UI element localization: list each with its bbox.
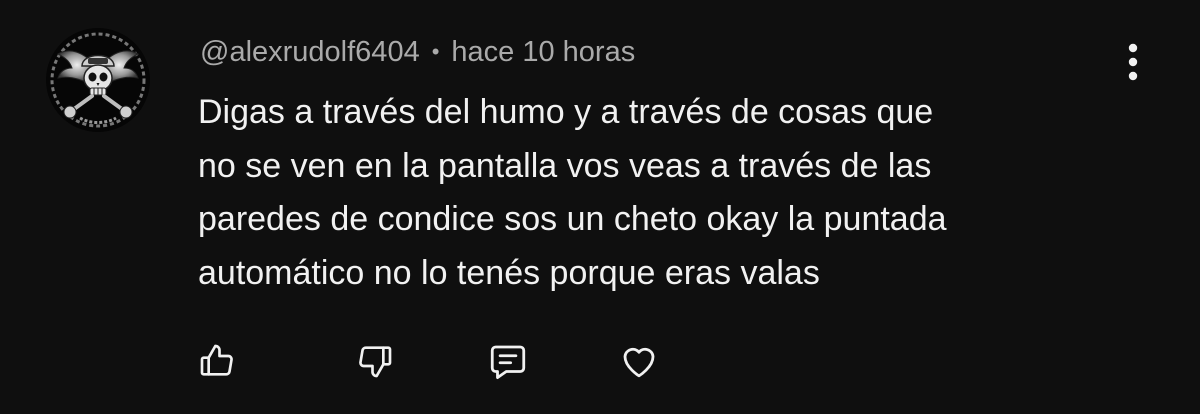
more-vertical-icon [1128, 43, 1138, 81]
comment-meta: @alexrudolf6404 • hace 10 horas [200, 32, 635, 72]
thumb-up-icon [200, 344, 233, 376]
avatar[interactable] [46, 28, 150, 132]
skull-wings-emblem-icon [46, 28, 150, 132]
heart-icon [623, 347, 655, 378]
comment-actions [0, 336, 1200, 386]
timestamp[interactable]: hace 10 horas [451, 36, 635, 69]
dislike-button[interactable] [350, 336, 400, 386]
reply-button[interactable] [483, 336, 533, 386]
like-button[interactable] [192, 336, 242, 386]
comment-thread: @alexrudolf6404 • hace 10 horas Digas a … [0, 0, 1200, 414]
heart-button[interactable] [614, 336, 664, 386]
thumb-down-icon [359, 346, 392, 378]
more-actions-button[interactable] [1113, 40, 1153, 84]
comment-text: Digas a través del humo y a través de co… [198, 93, 947, 292]
author-handle[interactable]: @alexrudolf6404 [200, 36, 420, 69]
meta-separator: • [431, 39, 440, 64]
reply-comment-icon [490, 345, 526, 380]
